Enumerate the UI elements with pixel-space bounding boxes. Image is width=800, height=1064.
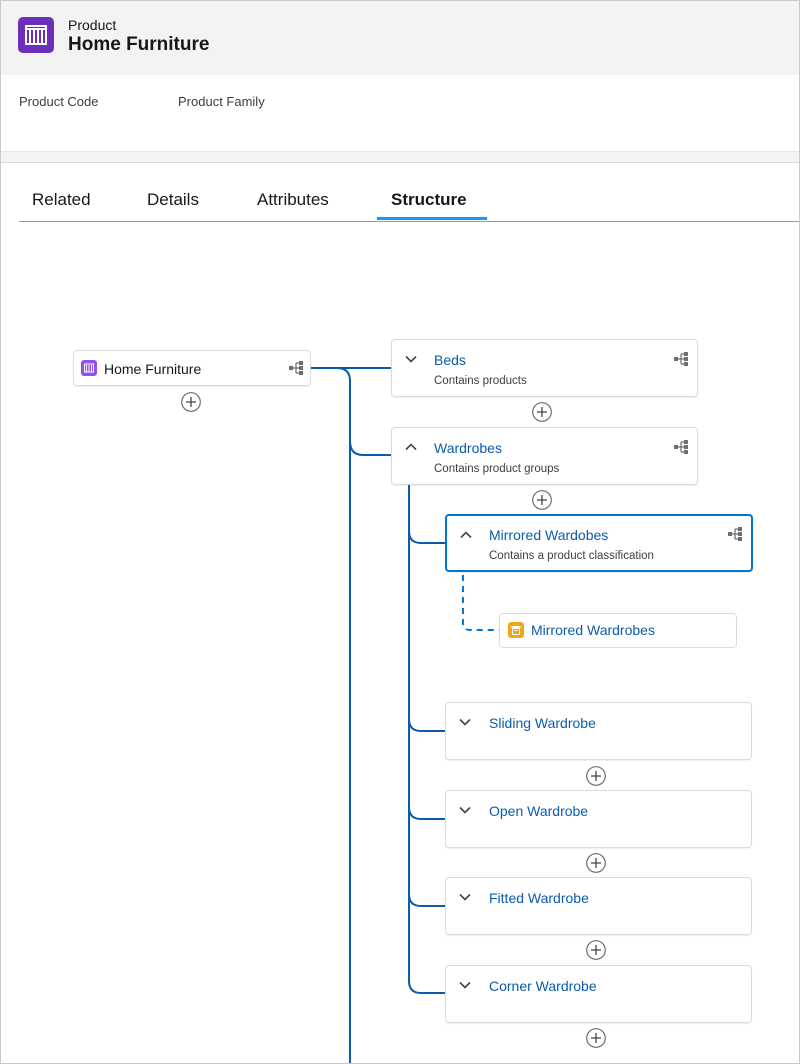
chevron-up-icon[interactable] — [459, 528, 473, 542]
chevron-down-icon[interactable] — [404, 352, 418, 366]
chevron-up-icon[interactable] — [404, 440, 418, 454]
tree-node-fitted-wardrobe[interactable]: Fitted Wardrobe — [445, 877, 752, 935]
node-title[interactable]: Mirrored Wardobes — [489, 527, 608, 543]
add-child-button[interactable] — [532, 402, 552, 422]
product-icon — [81, 360, 97, 376]
classification-label[interactable]: Mirrored Wardrobes — [531, 622, 655, 638]
tree-node-mirrored-wardobes[interactable]: Mirrored Wardobes Contains a product cla… — [445, 514, 753, 572]
node-title[interactable]: Beds — [434, 352, 466, 368]
classification-icon — [508, 622, 524, 638]
add-child-button[interactable] — [586, 1028, 606, 1048]
add-child-button[interactable] — [532, 490, 552, 510]
tree-root-node[interactable]: Home Furniture — [73, 350, 311, 386]
tree-node-beds[interactable]: Beds Contains products — [391, 339, 698, 397]
add-child-button[interactable] — [181, 392, 201, 412]
add-child-button[interactable] — [586, 766, 606, 786]
tree-node-open-wardrobe[interactable]: Open Wardrobe — [445, 790, 752, 848]
chevron-down-icon[interactable] — [458, 803, 472, 817]
classification-node[interactable]: Mirrored Wardrobes — [499, 613, 737, 648]
chevron-down-icon[interactable] — [458, 715, 472, 729]
node-title[interactable]: Open Wardrobe — [489, 803, 588, 819]
hierarchy-icon[interactable] — [673, 351, 689, 367]
node-subtitle: Contains product groups — [434, 463, 560, 475]
tree-node-wardrobes[interactable]: Wardrobes Contains product groups — [391, 427, 698, 485]
tree-node-sliding-wardrobe[interactable]: Sliding Wardrobe — [445, 702, 752, 760]
chevron-down-icon[interactable] — [458, 978, 472, 992]
chevron-down-icon[interactable] — [458, 890, 472, 904]
node-title[interactable]: Corner Wardrobe — [489, 978, 597, 994]
node-title[interactable]: Wardrobes — [434, 440, 502, 456]
hierarchy-icon[interactable] — [288, 360, 304, 376]
node-subtitle: Contains a product classification — [489, 550, 654, 562]
root-node-label: Home Furniture — [104, 361, 202, 377]
hierarchy-icon[interactable] — [673, 439, 689, 455]
node-title[interactable]: Fitted Wardrobe — [489, 890, 589, 906]
add-child-button[interactable] — [586, 853, 606, 873]
tree-node-corner-wardrobe[interactable]: Corner Wardrobe — [445, 965, 752, 1023]
add-child-button[interactable] — [586, 940, 606, 960]
hierarchy-icon[interactable] — [727, 526, 743, 542]
node-title[interactable]: Sliding Wardrobe — [489, 715, 596, 731]
node-subtitle: Contains products — [434, 375, 527, 387]
product-record-page: Product Home Furniture Product Code Prod… — [0, 0, 800, 1064]
